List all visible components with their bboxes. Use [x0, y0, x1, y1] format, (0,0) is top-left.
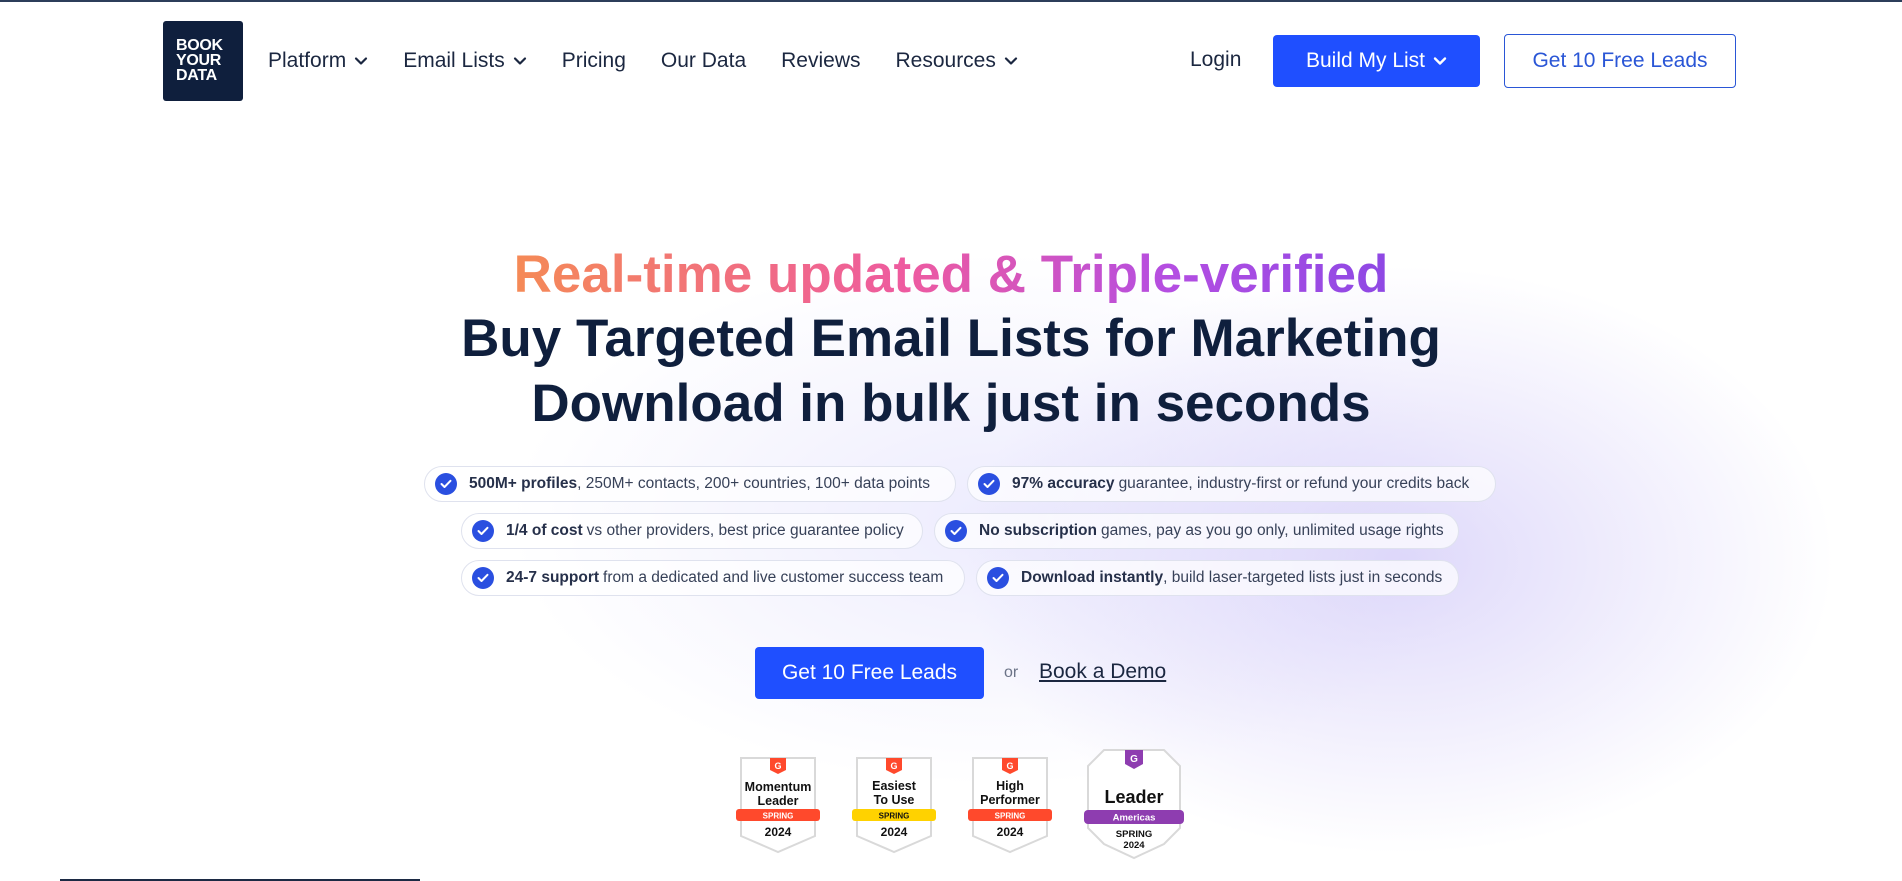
feature-bold: No subscription: [979, 522, 1097, 539]
nav-item-reviews[interactable]: Reviews: [781, 49, 860, 73]
feature-pill: 500M+ profiles, 250M+ contacts, 200+ cou…: [424, 466, 956, 502]
badge-ribbon-text: Americas: [1113, 813, 1156, 824]
nav-item-resources[interactable]: Resources: [895, 49, 1017, 73]
feature-text: games, pay as you go only, unlimited usa…: [1100, 522, 1444, 539]
feature-pill: 24-7 support from a dedicated and live cu…: [461, 560, 965, 596]
feature-bold: 24-7 support: [506, 569, 600, 586]
build-my-list-button[interactable]: Build My List: [1273, 35, 1480, 87]
g2-badge-easiest-to-use: G Easiest To Use SPRING 2024: [852, 757, 936, 854]
feature-pill: No subscription games, pay as you go only…: [934, 513, 1459, 549]
nav-item-our-data[interactable]: Our Data: [661, 49, 746, 73]
logo-line: BOOK: [176, 37, 223, 54]
feature-bold: 500M+ profiles: [469, 475, 578, 492]
build-my-list-label: Build My List: [1305, 49, 1426, 72]
login-link[interactable]: Login: [1190, 48, 1241, 72]
get-free-leads-header-button[interactable]: Get 10 Free Leads: [1504, 34, 1736, 88]
nav-item-label: Resources: [895, 49, 996, 72]
feature-text: from a dedicated and live customer succe…: [603, 569, 944, 586]
feature-text: vs other providers, best price guarantee…: [586, 522, 904, 539]
badge-line2: Performer: [980, 793, 1040, 807]
chevron-down-icon: [1433, 57, 1447, 65]
chevron-down-icon: [513, 57, 526, 65]
nav-item-platform[interactable]: Platform: [268, 49, 368, 73]
badge-ribbon-text: SPRING: [879, 812, 910, 821]
feature-bold: 97% accuracy: [1012, 475, 1115, 492]
or-separator: or: [1004, 664, 1019, 681]
badge-line2: To Use: [874, 793, 915, 807]
svg-text:G: G: [1130, 754, 1138, 765]
hero-gradient-title-wrap: Real-time updated & Triple-verified: [0, 243, 1902, 307]
feature-pill: 97% accuracy guarantee, industry-first or…: [967, 466, 1496, 502]
check-circle-icon: [987, 567, 1009, 589]
badge-line1: Momentum: [745, 780, 812, 794]
badge-ribbon-text: SPRING: [995, 812, 1026, 821]
badge-year: 2024: [765, 825, 792, 839]
chevron-down-icon: [1004, 57, 1017, 65]
nav-item-pricing[interactable]: Pricing: [562, 49, 626, 73]
nav-item-label: Email Lists: [403, 49, 505, 72]
get-free-leads-button[interactable]: Get 10 Free Leads: [755, 647, 984, 699]
feature-bold: Download instantly: [1021, 569, 1164, 586]
svg-text:G: G: [774, 761, 781, 771]
feature-bold: 1/4 of cost: [506, 522, 583, 539]
check-circle-icon: [472, 567, 494, 589]
check-circle-icon: [978, 473, 1000, 495]
nav-item-label: Reviews: [781, 49, 861, 72]
feature-text: , build laser-targeted lists just in sec…: [1163, 569, 1443, 586]
badge-line1: Leader: [1104, 787, 1163, 807]
hero-subtitle: Download in bulk just in seconds: [531, 374, 1371, 433]
svg-text:G: G: [890, 761, 897, 771]
g2-badge-leader-americas: G Leader Americas SPRING 2024: [1084, 749, 1184, 860]
feature-pill: Download instantly, build laser-targeted…: [976, 560, 1459, 596]
brand-logo[interactable]: BOOK YOUR DATA: [163, 21, 243, 101]
svg-text:G: G: [1006, 761, 1013, 771]
badge-year: 2024: [881, 825, 908, 839]
hero-title: Buy Targeted Email Lists for Marketing: [461, 309, 1441, 368]
g2-badge-momentum-leader: G Momentum Leader SPRING 2024: [736, 757, 820, 854]
book-demo-link[interactable]: Book a Demo: [1039, 660, 1166, 684]
nav-item-label: Platform: [268, 49, 347, 72]
nav-item-label: Pricing: [561, 49, 626, 72]
feature-text: , 250M+ contacts, 200+ countries, 100+ d…: [577, 475, 930, 492]
feature-text: guarantee, industry-first or refund your…: [1118, 475, 1470, 492]
hero-gradient-title: Real-time updated & Triple-verified: [514, 243, 1389, 307]
top-border: [0, 0, 1902, 2]
logo-line: YOUR: [176, 52, 222, 69]
badge-line1: High: [996, 779, 1024, 793]
nav-item-email-lists[interactable]: Email Lists: [403, 49, 527, 73]
check-circle-icon: [435, 473, 457, 495]
feature-pill: 1/4 of cost vs other providers, best pric…: [461, 513, 923, 549]
main-nav: Platform Email Lists Pricing Our Data Re…: [268, 48, 1053, 74]
badge-year: 2024: [997, 825, 1024, 839]
check-circle-icon: [945, 520, 967, 542]
nav-item-label: Our Data: [660, 49, 747, 72]
badge-line2: Leader: [758, 794, 799, 808]
g2-badge-high-performer: G High Performer SPRING 2024: [968, 757, 1052, 854]
badge-ribbon-text: SPRING: [763, 812, 794, 821]
badge-line1: Easiest: [872, 779, 917, 793]
chevron-down-icon: [355, 57, 368, 65]
logo-line: DATA: [176, 67, 217, 84]
check-circle-icon: [472, 520, 494, 542]
